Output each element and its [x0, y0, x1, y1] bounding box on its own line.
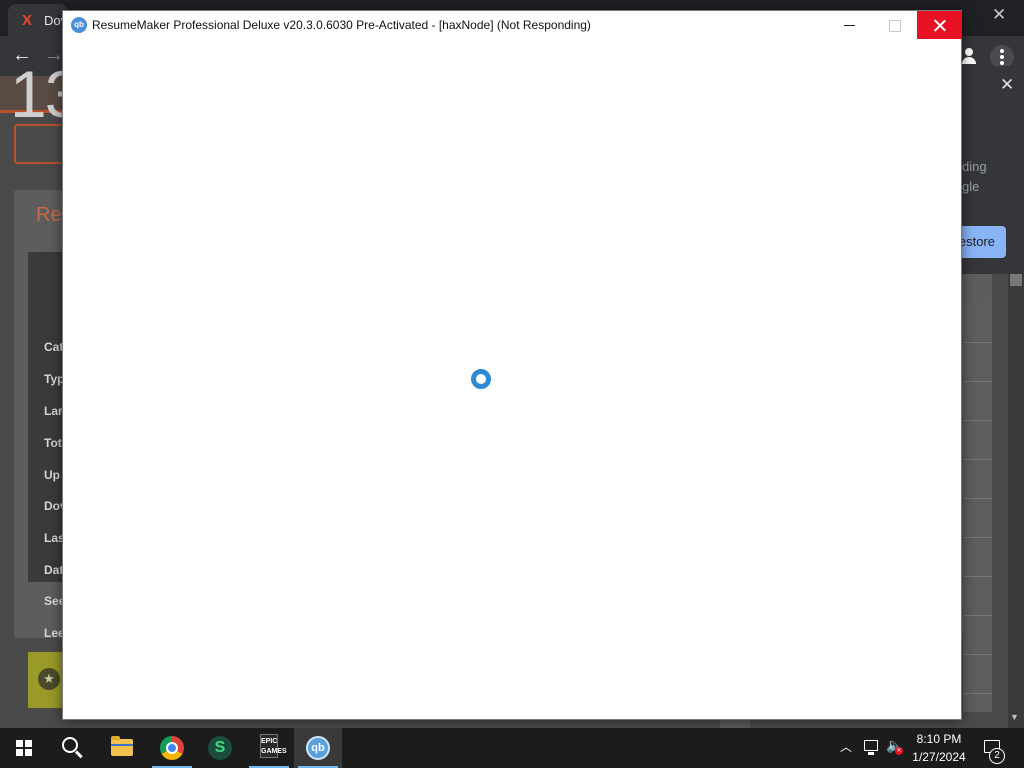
right-column: [963, 302, 992, 712]
row-divider: [963, 459, 992, 460]
popup-close-icon[interactable]: ✕: [1000, 75, 1014, 95]
info-label: Lar: [44, 404, 63, 418]
start-button[interactable]: [0, 728, 48, 768]
notification-count-badge: 2: [989, 748, 1005, 764]
shield-star-icon: ★: [38, 668, 60, 690]
window-titlebar[interactable]: qb ResumeMaker Professional Deluxe v20.3…: [63, 11, 962, 39]
taskbar-epic-games[interactable]: EPIC GAMES: [245, 728, 293, 768]
row-divider: [963, 537, 992, 538]
search-icon: [62, 737, 78, 753]
browser-close-icon[interactable]: ✕: [992, 5, 1006, 25]
scroll-up-arrow[interactable]: [1010, 274, 1022, 286]
window-title: ResumeMaker Professional Deluxe v20.3.0.…: [92, 18, 591, 32]
info-label: Up: [44, 468, 60, 482]
epic-games-icon: EPIC GAMES: [260, 734, 287, 758]
taskbar-file-explorer[interactable]: [98, 728, 146, 768]
page-scrollbar[interactable]: [1008, 272, 1024, 728]
taskbar-chrome[interactable]: [148, 728, 196, 768]
popup-text: ding: [962, 159, 987, 174]
popup-text: gle: [962, 179, 980, 194]
horizontal-scroll-thumb[interactable]: [720, 720, 750, 728]
row-divider: [963, 654, 992, 655]
row-divider: [963, 693, 992, 694]
search-button[interactable]: [48, 728, 96, 768]
folder-icon: [111, 736, 133, 756]
qbittorrent-icon: qb: [306, 736, 330, 760]
busy-spinner-icon: [471, 369, 491, 389]
scroll-down-arrow-icon[interactable]: ▼: [1010, 712, 1019, 722]
tab-favicon-icon: X: [22, 12, 33, 29]
row-divider: [963, 576, 992, 577]
row-divider: [963, 420, 992, 421]
app-window: qb ResumeMaker Professional Deluxe v20.3…: [62, 10, 962, 720]
green-app-icon: S: [208, 736, 232, 760]
show-hidden-icons-chevron-icon[interactable]: ︿: [840, 738, 852, 755]
taskbar-qbittorrent[interactable]: qb: [294, 728, 342, 768]
minimize-button[interactable]: [827, 11, 872, 39]
network-icon[interactable]: [864, 740, 878, 755]
close-button[interactable]: [917, 11, 962, 39]
row-divider: [963, 498, 992, 499]
outlined-button[interactable]: [14, 124, 64, 164]
volume-muted-badge-icon: ✕: [895, 747, 903, 755]
info-label: Tot: [44, 436, 62, 450]
profile-icon[interactable]: [960, 47, 978, 65]
taskbar-green-app[interactable]: S: [196, 728, 244, 768]
browser-tab[interactable]: X Dov: [8, 4, 68, 36]
chrome-icon: [160, 736, 184, 760]
row-divider: [963, 381, 992, 382]
windows-logo-icon: [16, 740, 32, 756]
qbittorrent-app-icon: qb: [71, 17, 87, 33]
windows-taskbar: S EPIC GAMES qb ︿ 🔈 ✕ 8:10 PM 1/27/2024 …: [0, 728, 1024, 768]
row-divider: [963, 615, 992, 616]
clock-date[interactable]: 1/27/2024: [906, 750, 972, 764]
row-divider: [963, 342, 992, 343]
clock-time[interactable]: 8:10 PM: [906, 732, 972, 746]
info-label: Dat: [44, 563, 64, 577]
info-label: Cat: [44, 340, 64, 354]
maximize-button[interactable]: [872, 11, 917, 39]
